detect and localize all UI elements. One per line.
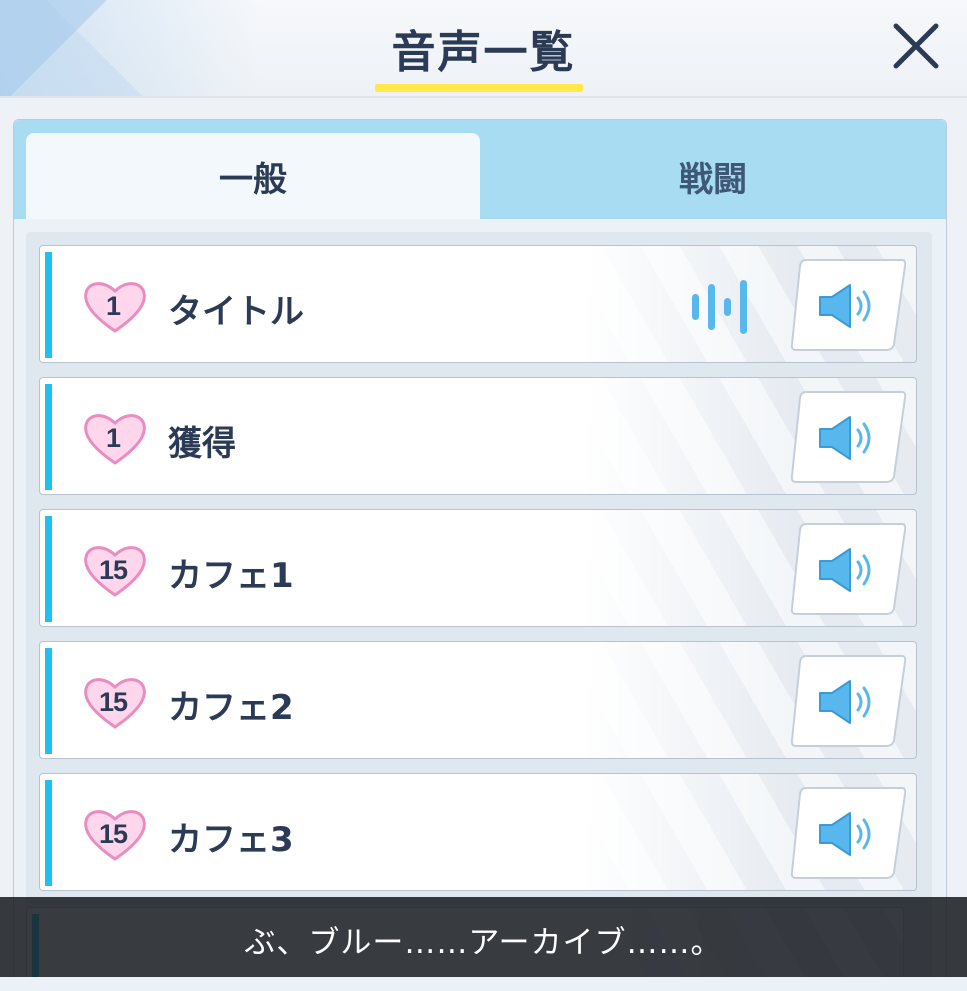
heart-icon: 1 [82, 278, 148, 334]
play-voice-button[interactable] [790, 388, 907, 486]
voice-label: カフェ3 [168, 820, 294, 860]
play-voice-button[interactable] [790, 256, 907, 354]
subtitle-text: ぶ、ブルー……アーカイブ……。 [244, 925, 723, 961]
header: 音声一覧 [0, 0, 967, 98]
affection-level: 1 [105, 423, 121, 453]
voice-label: 獲得 [168, 424, 236, 464]
speaker-icon [818, 810, 882, 862]
heart-icon: 1 [82, 410, 148, 466]
play-voice-button[interactable] [790, 652, 907, 750]
row-accent [45, 516, 52, 622]
voice-label: カフェ1 [168, 556, 294, 596]
title-underline [375, 84, 583, 92]
voice-row[interactable]: 1 獲得 [39, 377, 917, 495]
tab-general-label: 一般 [219, 159, 287, 200]
page-title: 音声一覧 [391, 27, 576, 78]
voice-row[interactable]: 1 タイトル [39, 245, 917, 363]
affection-level: 15 [98, 555, 128, 585]
heart-icon: 15 [82, 806, 148, 862]
row-accent [45, 648, 52, 754]
close-icon [893, 23, 939, 69]
speaker-icon [818, 414, 882, 466]
voice-row[interactable]: 15 カフェ3 [39, 773, 917, 891]
row-accent [45, 780, 52, 886]
heart-icon: 15 [82, 674, 148, 730]
affection-level: 15 [98, 819, 128, 849]
voice-label: カフェ2 [168, 688, 294, 728]
bottom-strip [0, 977, 967, 991]
tab-battle[interactable]: 戦闘 [480, 133, 946, 219]
voice-row[interactable]: 15 カフェ2 [39, 641, 917, 759]
waveform-icon [690, 280, 752, 334]
affection-level: 15 [98, 687, 128, 717]
tab-general[interactable]: 一般 [26, 133, 480, 219]
play-voice-button[interactable] [790, 520, 907, 618]
speaker-icon [818, 546, 882, 598]
speaker-icon [818, 678, 882, 730]
affection-level: 1 [105, 291, 121, 321]
close-button[interactable] [890, 20, 942, 72]
tab-battle-label: 戦闘 [679, 159, 747, 200]
row-accent [45, 384, 52, 490]
row-accent [45, 252, 52, 358]
heart-icon: 15 [82, 542, 148, 598]
tab-bar: 一般 戦闘 [14, 120, 946, 219]
play-voice-button[interactable] [790, 784, 907, 882]
voice-row[interactable]: 15 カフェ1 [39, 509, 917, 627]
voice-label: タイトル [168, 292, 304, 332]
speaker-icon [818, 282, 882, 334]
subtitle-bar: ぶ、ブルー……アーカイブ……。 [0, 897, 967, 977]
